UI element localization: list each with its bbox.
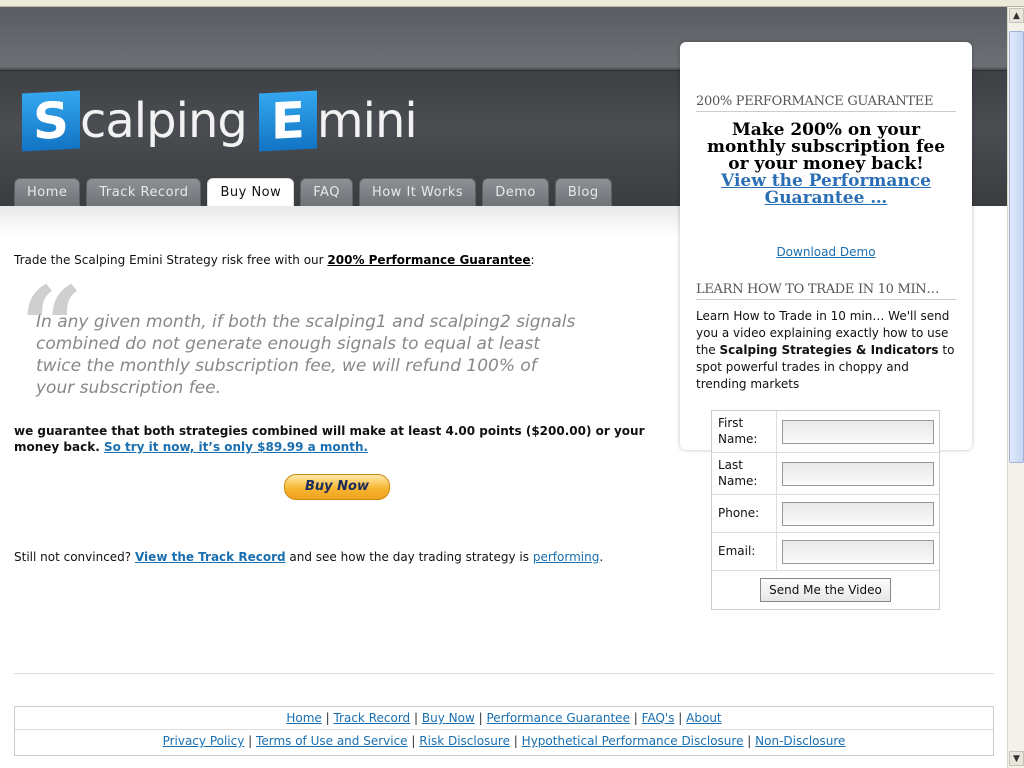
vertical-scrollbar[interactable]: ▲ ▼ — [1007, 7, 1024, 768]
content-fade — [0, 206, 680, 236]
form-submit-row: Send Me the Video — [712, 571, 939, 609]
send-video-button[interactable]: Send Me the Video — [760, 578, 891, 602]
tab-buy-now[interactable]: Buy Now — [207, 178, 295, 207]
email-input[interactable] — [782, 539, 934, 564]
tab-home[interactable]: Home — [14, 178, 81, 207]
footer-nav-row: Home | Track Record | Buy Now | Performa… — [15, 707, 993, 729]
last-name-label: Last Name: — [712, 453, 777, 494]
footer-link-performance-guarantee[interactable]: Performance Guarantee — [486, 711, 629, 725]
last-name-cell — [777, 453, 939, 494]
learn-text: Learn How to Trade in 10 min… We'll send… — [696, 308, 962, 393]
logo-letter-e: E — [258, 90, 317, 152]
footer-separator: | — [633, 711, 638, 725]
tab-track-record[interactable]: Track Record — [86, 178, 202, 207]
tab-demo[interactable]: Demo — [482, 178, 549, 207]
email-label: Email: — [712, 533, 777, 570]
perf-guarantee-heading: 200% PERFORMANCE GUARANTEE — [696, 94, 956, 112]
performing-link[interactable]: performing — [533, 550, 599, 564]
footer-separator: | — [414, 711, 419, 725]
footer-link-privacy-policy[interactable]: Privacy Policy — [163, 734, 245, 748]
intro-text: Trade the Scalping Emini Strategy risk f… — [14, 253, 535, 267]
footer-separator: | — [325, 711, 330, 725]
logo-letter-s: S — [22, 90, 80, 152]
footer-link-terms[interactable]: Terms of Use and Service — [256, 734, 408, 748]
first-name-row: First Name: — [712, 411, 939, 453]
convince-suffix: . — [599, 550, 604, 564]
perf-guarantee-headline: Make 200% on your monthly subscription f… — [706, 120, 946, 174]
footer-separator: | — [747, 734, 752, 748]
footer-divider — [14, 673, 994, 674]
logo-text-calping: calping — [80, 93, 248, 149]
footer-link-track-record[interactable]: Track Record — [333, 711, 410, 725]
scrollbar-thumb[interactable] — [1009, 31, 1024, 463]
try-it-now-link[interactable]: So try it now, it’s only $89.99 a month. — [104, 440, 368, 454]
phone-row: Phone: — [712, 495, 939, 533]
footer-separator: | — [411, 734, 416, 748]
phone-label: Phone: — [712, 495, 777, 532]
scroll-down-arrow-icon[interactable]: ▼ — [1009, 751, 1024, 766]
learn-heading: LEARN HOW TO TRADE IN 10 MIN… — [696, 282, 956, 300]
convince-text: Still not convinced? View the Track Reco… — [14, 550, 603, 564]
logo-text-mini: mini — [316, 93, 418, 149]
footer-separator: | — [478, 711, 483, 725]
site-footer: Home | Track Record | Buy Now | Performa… — [14, 706, 994, 756]
view-track-record-link[interactable]: View the Track Record — [135, 550, 286, 564]
footer-link-about[interactable]: About — [686, 711, 721, 725]
footer-legal-row: Privacy Policy | Terms of Use and Servic… — [15, 729, 993, 752]
convince-mid: and see how the day trading strategy is — [285, 550, 533, 564]
tab-blog[interactable]: Blog — [554, 178, 612, 207]
guarantee-quote: In any given month, if both the scalping… — [36, 312, 576, 398]
scroll-up-arrow-icon[interactable]: ▲ — [1009, 8, 1024, 23]
last-name-input[interactable] — [782, 461, 934, 486]
sidebar-panel: 200% PERFORMANCE GUARANTEE Make 200% on … — [680, 42, 972, 450]
footer-link-faqs[interactable]: FAQ's — [642, 711, 675, 725]
first-name-cell — [777, 411, 939, 452]
footer-separator: | — [513, 734, 518, 748]
browser-top-edge — [0, 0, 1024, 7]
footer-link-home[interactable]: Home — [286, 711, 321, 725]
site-logo[interactable]: S calping E mini — [22, 90, 429, 152]
tab-faq[interactable]: FAQ — [300, 178, 353, 207]
video-signup-form: First Name: Last Name: Phone: Email: Sen… — [711, 410, 940, 610]
intro-suffix: : — [530, 253, 535, 267]
first-name-label: First Name: — [712, 411, 777, 452]
first-name-input[interactable] — [782, 419, 934, 444]
phone-input[interactable] — [782, 501, 934, 526]
footer-separator: | — [248, 734, 253, 748]
buy-now-button[interactable]: Buy Now — [284, 474, 390, 500]
email-cell — [777, 533, 939, 570]
email-row: Email: — [712, 533, 939, 571]
last-name-row: Last Name: — [712, 453, 939, 495]
main-nav: Home Track Record Buy Now FAQ How It Wor… — [14, 178, 612, 207]
performance-guarantee-link[interactable]: 200% Performance Guarantee — [327, 253, 530, 267]
guarantee-statement: we guarantee that both strategies combin… — [14, 423, 664, 455]
footer-link-non-disclosure[interactable]: Non-Disclosure — [755, 734, 845, 748]
tab-how-it-works[interactable]: How It Works — [358, 178, 477, 207]
footer-link-risk-disclosure[interactable]: Risk Disclosure — [419, 734, 510, 748]
footer-separator: | — [678, 711, 683, 725]
footer-link-buy-now[interactable]: Buy Now — [422, 711, 475, 725]
phone-cell — [777, 495, 939, 532]
convince-prefix: Still not convinced? — [14, 550, 135, 564]
download-demo-link[interactable]: Download Demo — [694, 245, 958, 259]
view-performance-guarantee-link[interactable]: View the Performance Guarantee … — [694, 173, 958, 207]
footer-link-hypothetical-disclosure[interactable]: Hypothetical Performance Disclosure — [522, 734, 744, 748]
learn-text-bold: Scalping Strategies & Indicators — [719, 343, 939, 357]
